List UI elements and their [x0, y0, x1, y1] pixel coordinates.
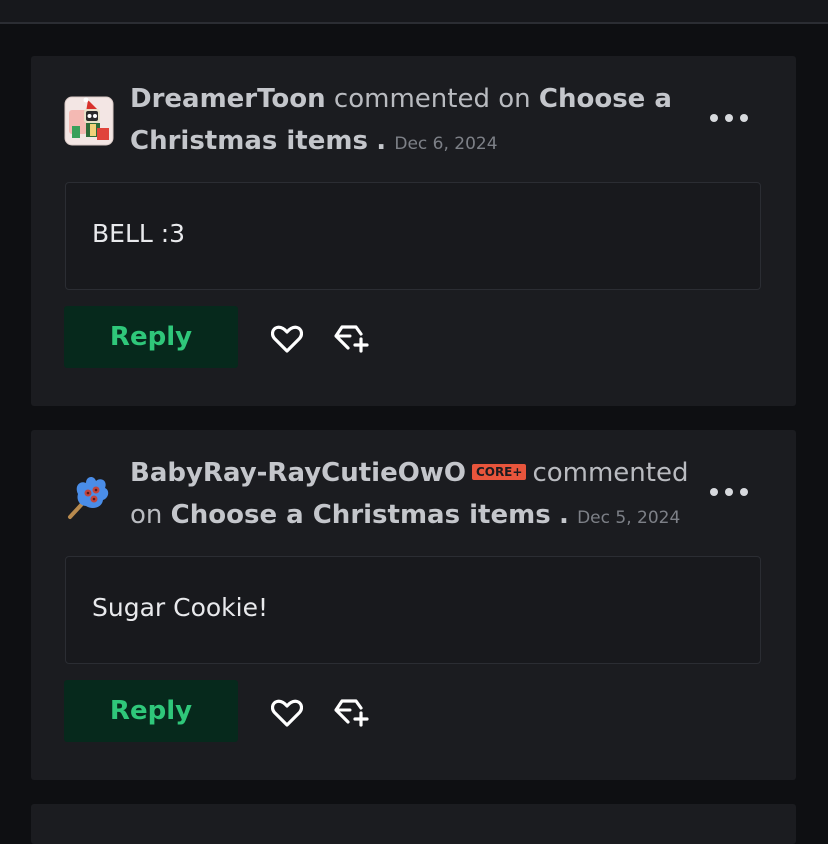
comment-card	[31, 804, 796, 844]
comment-body: Sugar Cookie!	[65, 556, 761, 664]
christmas-character-avatar-icon	[64, 96, 114, 146]
like-button[interactable]	[270, 324, 304, 354]
more-options-icon	[740, 114, 748, 122]
gift-plus-icon	[334, 699, 369, 727]
like-button[interactable]	[270, 698, 304, 728]
reply-button[interactable]: Reply	[64, 306, 238, 368]
user-avatar[interactable]	[64, 470, 114, 520]
comment-text: BELL :3	[92, 219, 186, 248]
more-options-icon	[710, 114, 718, 122]
reply-button[interactable]: Reply	[64, 680, 238, 742]
comment-card: BabyRay-RayCutieOwO CORE+ commented on Cho…	[31, 430, 796, 780]
separator-dot: .	[558, 500, 569, 530]
action-text-on: on	[130, 500, 163, 530]
more-options-button[interactable]	[710, 480, 748, 504]
award-button[interactable]	[333, 322, 369, 354]
comment-date: Dec 5, 2024	[577, 508, 681, 528]
comment-body: BELL :3	[65, 182, 761, 290]
comment-header: DreamerToon commented on Choose a Christ…	[130, 78, 690, 165]
action-text: commented	[532, 458, 689, 488]
action-text: commented on	[333, 84, 531, 114]
username-link[interactable]: DreamerToon	[130, 84, 326, 114]
more-options-button[interactable]	[710, 106, 748, 130]
comment-text: Sugar Cookie!	[92, 593, 269, 622]
comment-date: Dec 6, 2024	[394, 134, 498, 154]
post-title-link[interactable]: Choose a Christmas items	[171, 500, 551, 530]
more-options-icon	[710, 488, 718, 496]
comment-card: DreamerToon commented on Choose a Christ…	[31, 56, 796, 406]
more-options-icon	[725, 488, 733, 496]
top-bar	[0, 0, 828, 24]
more-options-icon	[740, 488, 748, 496]
user-avatar[interactable]	[64, 96, 114, 146]
more-options-icon	[725, 114, 733, 122]
heart-icon	[270, 699, 304, 727]
separator-dot: .	[376, 126, 387, 156]
gift-plus-icon	[334, 325, 369, 353]
comment-header: BabyRay-RayCutieOwO CORE+ commented on Cho…	[130, 452, 690, 539]
username-link[interactable]: BabyRay-RayCutieOwO	[130, 458, 466, 488]
award-button[interactable]	[333, 696, 369, 728]
core-plus-badge: CORE+	[471, 463, 527, 480]
heart-icon	[270, 325, 304, 353]
blue-glove-lollipop-avatar-icon	[68, 477, 109, 519]
